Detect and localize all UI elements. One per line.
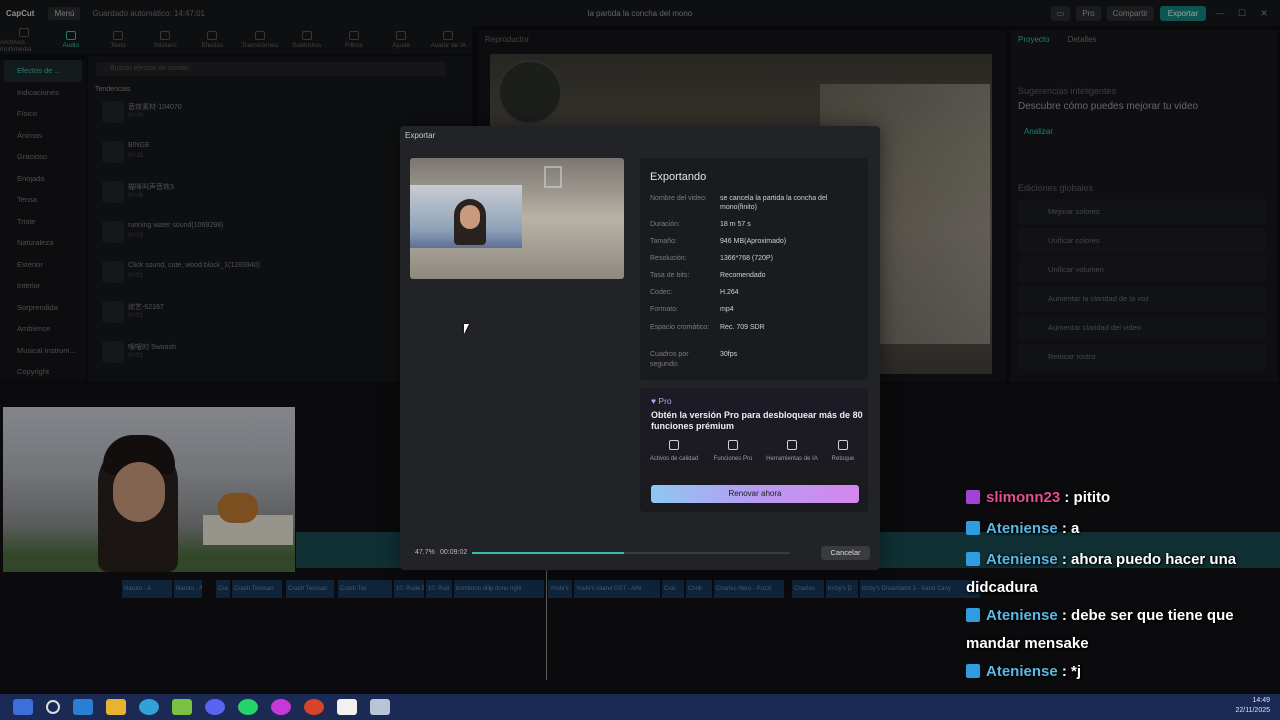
info-value: 30fps: [720, 351, 738, 358]
discord-icon[interactable]: [205, 699, 225, 715]
feature-item: Funciones Pro: [706, 440, 760, 463]
info-value: Recomendado: [720, 272, 766, 279]
progress-percent: 47.7%: [415, 549, 435, 556]
info-key: Espacio cromático:: [650, 324, 710, 331]
chat-badge-icon: [966, 552, 980, 566]
capcut-icon[interactable]: [337, 699, 357, 715]
info-key: Tamaño:: [650, 238, 677, 245]
whatsapp-icon[interactable]: [238, 699, 258, 715]
info-value: 18 m 57 s: [720, 221, 751, 228]
info-key: Nombre del video:: [650, 195, 707, 202]
info-value: se cancela la partida la concha del mono…: [720, 195, 828, 211]
chat-message: Ateniense : debe ser que tiene que manda…: [966, 602, 1266, 658]
info-key: Duración:: [650, 221, 680, 228]
chat-text: a: [1071, 520, 1080, 537]
feature-icon: [838, 440, 848, 450]
export-dialog: Exportar Exportando Nombre del video: se …: [400, 126, 880, 570]
exporting-heading: Exportando: [650, 171, 707, 183]
chat-username: Ateniense: [986, 607, 1058, 624]
search-icon[interactable]: [46, 700, 60, 714]
info-key: Formato:: [650, 306, 679, 313]
folder-icon[interactable]: [106, 699, 126, 715]
start-icon[interactable]: [13, 699, 33, 715]
chat-text: *j: [1071, 663, 1082, 680]
chrome-icon[interactable]: [304, 699, 324, 715]
chat-username: Ateniense: [986, 520, 1058, 537]
clock-date: 22/11/2025: [1235, 707, 1270, 714]
pro-promo-text: Obtén la versión Pro para desbloquear má…: [651, 410, 863, 431]
thumbnail-face: [460, 205, 480, 229]
thumbnail-webcam: [410, 185, 522, 248]
info-value: Rec. 709 SDR: [720, 324, 765, 331]
feature-label: Funciones Pro: [713, 456, 753, 462]
pro-label-text: Pro: [658, 396, 672, 406]
chat-separator: :: [1060, 489, 1074, 506]
vscode-icon[interactable]: [73, 699, 93, 715]
feature-item: Activos de calidad: [647, 440, 701, 463]
feature-label: Retoque: [831, 456, 855, 462]
edge-icon[interactable]: [139, 699, 159, 715]
feature-item: Retoque: [816, 440, 870, 463]
feature-icon: [787, 440, 797, 450]
progress-time: 00:09:02: [440, 549, 468, 556]
info-key: Tasa de bits:: [650, 272, 690, 279]
info-value: H.264: [720, 289, 739, 296]
chat-separator: :: [1057, 607, 1072, 624]
export-thumbnail: [410, 158, 624, 279]
app-icon[interactable]: [370, 699, 390, 715]
capcut-window: CapCut Menú Guardado automático: 14:47:0…: [0, 0, 1280, 720]
info-key: Codec:: [650, 289, 673, 296]
chat-badge-icon: [966, 608, 980, 622]
info-value: 1366*768 (720P): [720, 255, 773, 262]
stream-chat: slimonn23 : pitito Ateniense : a Ateniense…: [962, 484, 1280, 720]
chat-separator: :: [1057, 520, 1072, 537]
info-value: mp4: [720, 306, 734, 313]
chat-badge-icon: [966, 521, 980, 535]
store-icon[interactable]: [172, 699, 192, 715]
chat-separator: :: [1057, 551, 1072, 568]
progress-fill: [472, 552, 624, 554]
chat-message: Ateniense : ahora puedo hacer una didcad…: [966, 546, 1266, 602]
chat-separator: :: [1057, 663, 1072, 680]
chat-text: pitito: [1073, 489, 1111, 506]
cancel-button[interactable]: Cancelar: [821, 546, 870, 560]
windows-taskbar: 14:49 22/11/2025: [0, 694, 1280, 720]
chat-message: Ateniense : *j: [966, 658, 1266, 686]
system-clock[interactable]: 14:49 22/11/2025: [1235, 696, 1270, 716]
feature-icon: [728, 440, 738, 450]
feature-label: Herramientas de IA: [766, 456, 818, 462]
export-info-panel: Exportando Nombre del video: se cancela l…: [640, 158, 868, 380]
feature-item: Herramientas de IA: [765, 440, 819, 463]
chat-badge-icon: [966, 490, 980, 504]
info-value: 946 MB(Aproximado): [720, 238, 787, 245]
obs-icon[interactable]: [271, 699, 291, 715]
progress-bar: [472, 552, 790, 554]
info-key: Resolución:: [650, 255, 687, 262]
clock-time: 14:49: [1252, 697, 1270, 704]
renew-button[interactable]: Renovar ahora: [651, 485, 859, 503]
pro-promo: ♥ Pro Obtén la versión Pro para desbloqu…: [640, 388, 868, 512]
chat-username: Ateniense: [986, 663, 1058, 680]
mouse-cursor: [464, 324, 469, 334]
chat-username: Ateniense: [986, 551, 1058, 568]
feature-icon: [669, 440, 679, 450]
chat-username: slimonn23: [986, 489, 1061, 506]
arrow-sign: [544, 166, 562, 188]
pro-label: ♥ Pro: [651, 396, 672, 406]
chat-message: slimonn23 : pitito: [966, 484, 1266, 512]
dialog-title: Exportar: [405, 131, 436, 140]
info-key: Cuadros por segundo:: [650, 351, 689, 368]
chat-message: Ateniense : a: [966, 515, 1266, 543]
chat-badge-icon: [966, 664, 980, 678]
feature-label: Activos de calidad: [649, 456, 699, 462]
